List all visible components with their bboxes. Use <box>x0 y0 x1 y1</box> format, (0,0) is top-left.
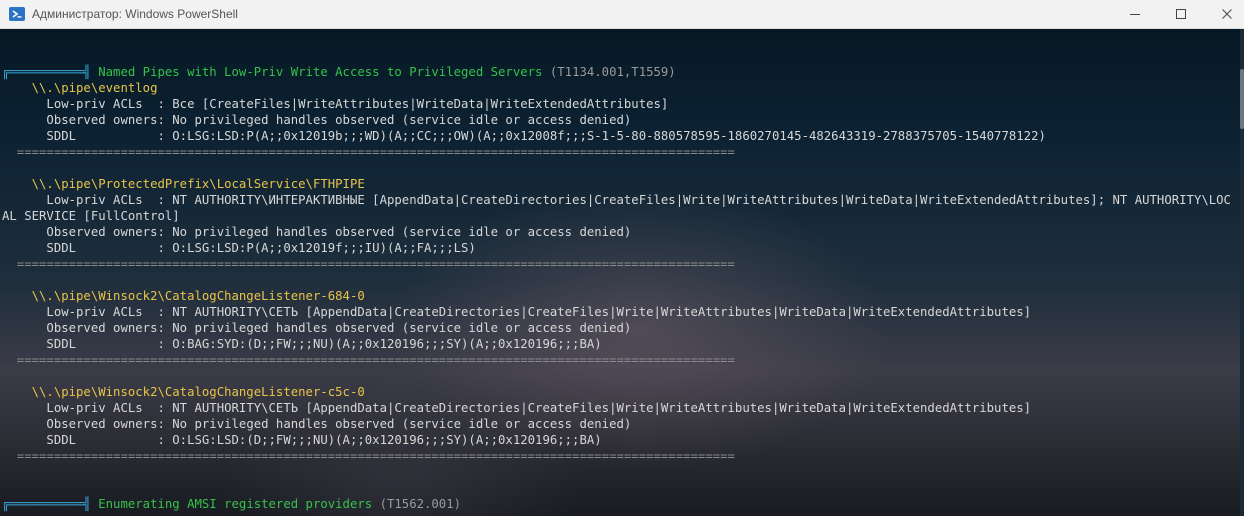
sddl-value: O:LSG:LSD:(D;;FW;;;NU)(A;;0x120196;;;SY)… <box>172 433 602 447</box>
sddl-value: O:BAG:SYD:(D;;FW;;;NU)(A;;0x120196;;;SY)… <box>172 337 602 351</box>
acl-label: Low-priv ACLs : <box>2 193 173 207</box>
acl-label: Low-priv ACLs : <box>2 305 173 319</box>
acl-value: NT AUTHORITY\СЕТЬ [AppendData|CreateDire… <box>172 401 1032 415</box>
sddl-label: SDDL : <box>2 337 173 351</box>
section-title: Named Pipes with Low-Priv Write Access t… <box>90 65 543 79</box>
sddl-value: O:LSG:LSD:P(A;;0x12019f;;;IU)(A;;FA;;;LS… <box>172 241 476 255</box>
sddl-label: SDDL : <box>2 241 173 255</box>
pipe-name: \\.\pipe\Winsock2\CatalogChangeListener-… <box>2 385 365 399</box>
sddl-value: O:LSG:LSD:P(A;;0x12019b;;;WD)(A;;CC;;;OW… <box>172 129 1046 143</box>
sddl-line: SDDL : O:BAG:SYD:(D;;FW;;;NU)(A;;0x12019… <box>2 336 1232 352</box>
acl-value: NT AUTHORITY\СЕТЬ [AppendData|CreateDire… <box>172 305 1032 319</box>
console-area[interactable]: ╔══════════╣ Named Pipes with Low-Priv W… <box>0 29 1240 516</box>
separator: ========================================… <box>2 257 735 271</box>
minimize-button[interactable] <box>1112 0 1158 28</box>
acl-label: Low-priv ACLs : <box>2 401 173 415</box>
owners-value: No privileged handles observed (service … <box>172 113 632 127</box>
acl-line: Low-priv ACLs : NT AUTHORITY\СЕТЬ [Appen… <box>2 304 1232 320</box>
acl-line: Low-priv ACLs : NT AUTHORITY\ИНТЕРАКТИВН… <box>2 192 1232 224</box>
close-icon <box>1222 9 1232 19</box>
acl-value: NT AUTHORITY\ИНТЕРАКТИВНЫЕ [AppendData|C… <box>2 193 1231 223</box>
powershell-window: Администратор: Windows PowerShell ╔═════… <box>0 0 1244 516</box>
title-bar[interactable]: Администратор: Windows PowerShell <box>0 0 1244 29</box>
owners-line: Observed owners: No privileged handles o… <box>2 112 1232 128</box>
separator: ========================================… <box>2 353 735 367</box>
owners-label: Observed owners: <box>2 417 173 431</box>
owners-label: Observed owners: <box>2 321 173 335</box>
maximize-button[interactable] <box>1158 0 1204 28</box>
section-ids: (T1562.001) <box>372 497 462 511</box>
pipe-name: \\.\pipe\eventlog <box>2 81 158 95</box>
owners-line: Observed owners: No privileged handles o… <box>2 224 1232 240</box>
owners-value: No privileged handles observed (service … <box>172 321 632 335</box>
pipe-name: \\.\pipe\Winsock2\CatalogChangeListener-… <box>2 289 365 303</box>
section-header: ╔══════════╣ Named Pipes with Low-Priv W… <box>2 64 1232 80</box>
vertical-scrollbar[interactable] <box>1240 29 1244 516</box>
scrollbar-thumb[interactable] <box>1240 69 1244 129</box>
sddl-line: SDDL : O:LSG:LSD:P(A;;0x12019f;;;IU)(A;;… <box>2 240 1232 256</box>
window-title: Администратор: Windows PowerShell <box>32 7 238 21</box>
close-button[interactable] <box>1204 0 1244 28</box>
sddl-line: SDDL : O:LSG:LSD:(D;;FW;;;NU)(A;;0x12019… <box>2 432 1232 448</box>
owners-value: No privileged handles observed (service … <box>172 225 632 239</box>
acl-label: Low-priv ACLs : <box>2 97 173 111</box>
owners-line: Observed owners: No privileged handles o… <box>2 320 1232 336</box>
acl-line: Low-priv ACLs : Все [CreateFiles|WriteAt… <box>2 96 1232 112</box>
section-ids: (T1134.001,T1559) <box>542 65 676 79</box>
owners-value: No privileged handles observed (service … <box>172 417 632 431</box>
sddl-label: SDDL : <box>2 129 173 143</box>
owners-label: Observed owners: <box>2 225 173 239</box>
separator: ========================================… <box>2 145 735 159</box>
owners-label: Observed owners: <box>2 113 173 127</box>
section-branch: ╔══════════╣ <box>2 65 91 79</box>
section-title: Enumerating AMSI registered providers <box>90 497 373 511</box>
owners-line: Observed owners: No privileged handles o… <box>2 416 1232 432</box>
sddl-label: SDDL : <box>2 433 173 447</box>
separator: ========================================… <box>2 449 735 463</box>
acl-line: Low-priv ACLs : NT AUTHORITY\СЕТЬ [Appen… <box>2 400 1232 416</box>
acl-value: Все [CreateFiles|WriteAttributes|WriteDa… <box>172 97 669 111</box>
section-branch: ╔══════════╣ <box>2 497 91 511</box>
console-output: ╔══════════╣ Named Pipes with Low-Priv W… <box>2 32 1232 512</box>
sddl-line: SDDL : O:LSG:LSD:P(A;;0x12019b;;;WD)(A;;… <box>2 128 1232 144</box>
powershell-icon <box>9 6 25 22</box>
maximize-icon <box>1176 9 1186 19</box>
section-header: ╔══════════╣ Enumerating AMSI registered… <box>2 496 1232 512</box>
minimize-icon <box>1130 14 1140 15</box>
pipe-name: \\.\pipe\ProtectedPrefix\LocalService\FT… <box>2 177 365 191</box>
